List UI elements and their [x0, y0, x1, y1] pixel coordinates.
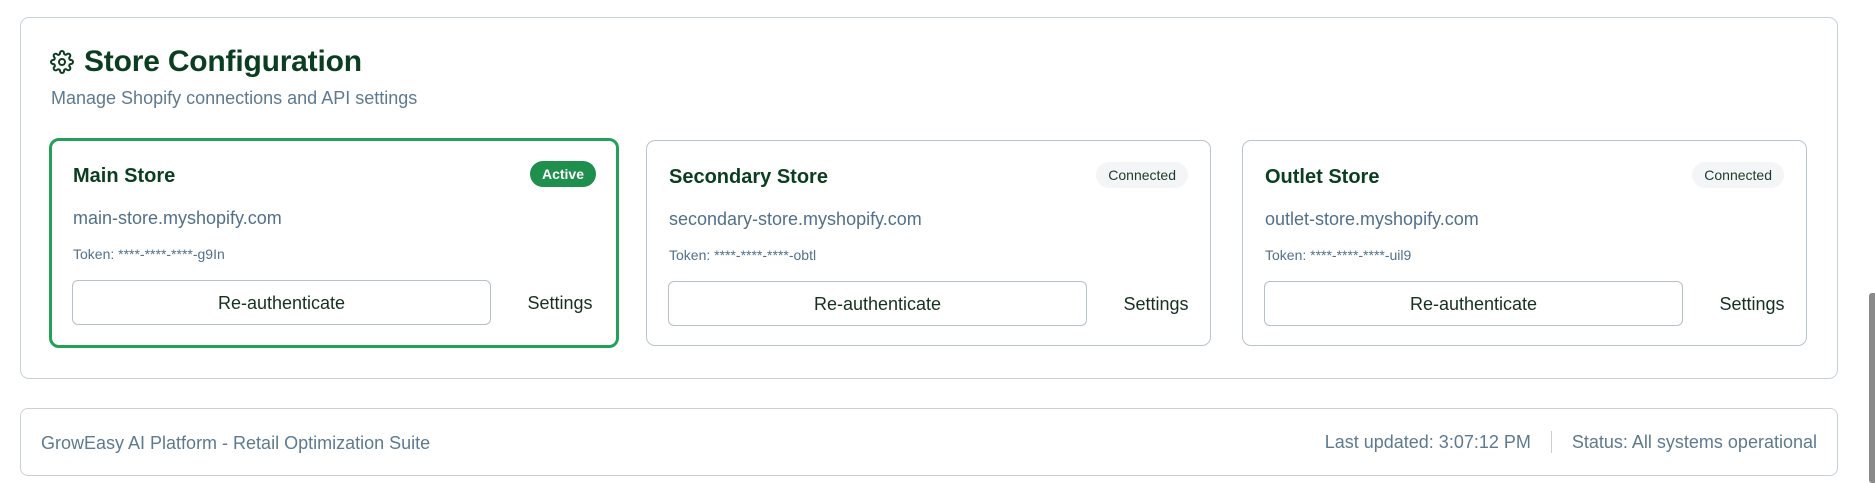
store-domain: secondary-store.myshopify.com: [669, 209, 922, 229]
store-token: Token: ****-****-****-obtl: [669, 247, 817, 263]
scrollbar-thumb[interactable]: [1869, 293, 1875, 483]
store-domain: main-store.myshopify.com: [73, 208, 282, 228]
store-name: Main Store: [73, 165, 176, 187]
store-token: Token: ****-****-****-uil9: [1265, 247, 1412, 263]
status-badge: Connected: [1096, 162, 1188, 188]
page-subtitle: Manage Shopify connections and API setti…: [51, 88, 418, 108]
last-updated-text: Last updated: 3:07:12 PM: [1324, 431, 1531, 452]
platform-name: GrowEasy AI Platform - Retail Optimizati…: [41, 433, 431, 453]
reauthenticate-button[interactable]: Re-authenticate: [72, 280, 491, 325]
store-configuration-panel: Store Configuration Manage Shopify conne…: [20, 17, 1838, 379]
reauthenticate-button[interactable]: Re-authenticate: [668, 281, 1087, 326]
settings-button[interactable]: Settings: [1111, 281, 1201, 326]
store-token: Token: ****-****-****-g9In: [73, 246, 225, 262]
status-badge: Connected: [1692, 162, 1784, 188]
settings-button[interactable]: Settings: [1707, 281, 1797, 326]
page-title: Store Configuration: [84, 45, 362, 78]
settings-button[interactable]: Settings: [515, 280, 605, 325]
footer-status-group: Last updated: 3:07:12 PM Status: All sys…: [1325, 431, 1817, 453]
status-badge: Active: [529, 161, 596, 187]
store-name: Secondary Store: [669, 166, 828, 188]
store-card-outlet[interactable]: Outlet Store Connected outlet-store.mysh…: [1242, 140, 1807, 346]
store-card-main[interactable]: Main Store Active main-store.myshopify.c…: [49, 138, 619, 348]
store-card-secondary[interactable]: Secondary Store Connected secondary-stor…: [646, 140, 1211, 346]
panel-header: Store Configuration: [50, 45, 362, 79]
system-status-text: Status: All systems operational: [1571, 431, 1817, 452]
reauthenticate-button[interactable]: Re-authenticate: [1264, 281, 1683, 326]
gear-icon: [50, 50, 74, 74]
footer-divider: [1550, 431, 1552, 453]
store-name: Outlet Store: [1265, 166, 1380, 188]
store-domain: outlet-store.myshopify.com: [1265, 209, 1479, 229]
footer-bar: GrowEasy AI Platform - Retail Optimizati…: [20, 408, 1838, 476]
